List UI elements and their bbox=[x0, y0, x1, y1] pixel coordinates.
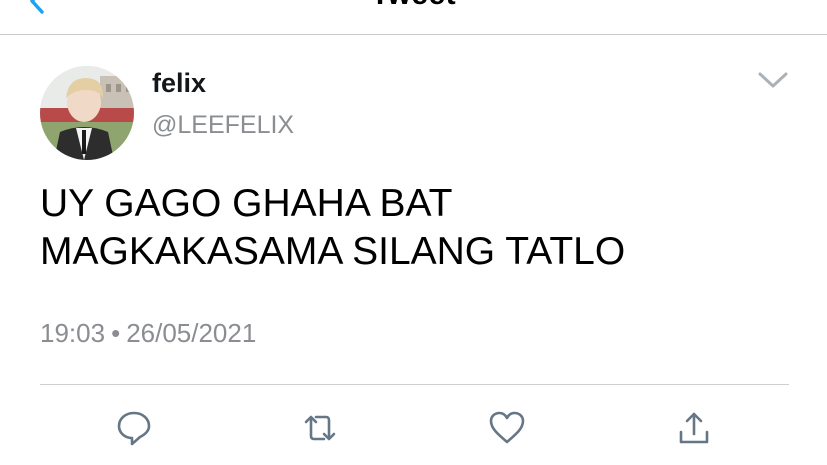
chevron-down-icon[interactable] bbox=[755, 66, 791, 94]
actions-divider bbox=[40, 384, 789, 385]
like-icon[interactable] bbox=[487, 408, 527, 448]
meta-separator: • bbox=[111, 318, 121, 348]
tweet-detail-screen: Tweet felix @LEEFELIX bbox=[0, 0, 827, 465]
tweet-text-line: MAGKAKASAMA SILANG TATLO bbox=[40, 230, 626, 273]
author-display-name[interactable]: felix bbox=[152, 68, 206, 99]
tweet-date: 26/05/2021 bbox=[126, 318, 257, 348]
tweet-text-line: UY GAGO GHAHA BAT bbox=[40, 182, 453, 225]
tweet-text: UY GAGO GHAHA BAT MAGKAKASAMA SILANG TAT… bbox=[40, 180, 800, 276]
page-title: Tweet bbox=[0, 0, 827, 12]
header-divider bbox=[0, 34, 827, 35]
author-handle[interactable]: @LEEFELIX bbox=[152, 111, 294, 140]
share-icon[interactable] bbox=[674, 408, 714, 448]
retweet-icon[interactable] bbox=[300, 408, 340, 448]
nav-header: Tweet bbox=[0, 0, 827, 35]
tweet-timestamp: 19:03 • 26/05/2021 bbox=[40, 318, 256, 349]
tweet-time: 19:03 bbox=[40, 318, 106, 348]
reply-icon[interactable] bbox=[114, 408, 154, 448]
avatar[interactable] bbox=[40, 66, 134, 160]
